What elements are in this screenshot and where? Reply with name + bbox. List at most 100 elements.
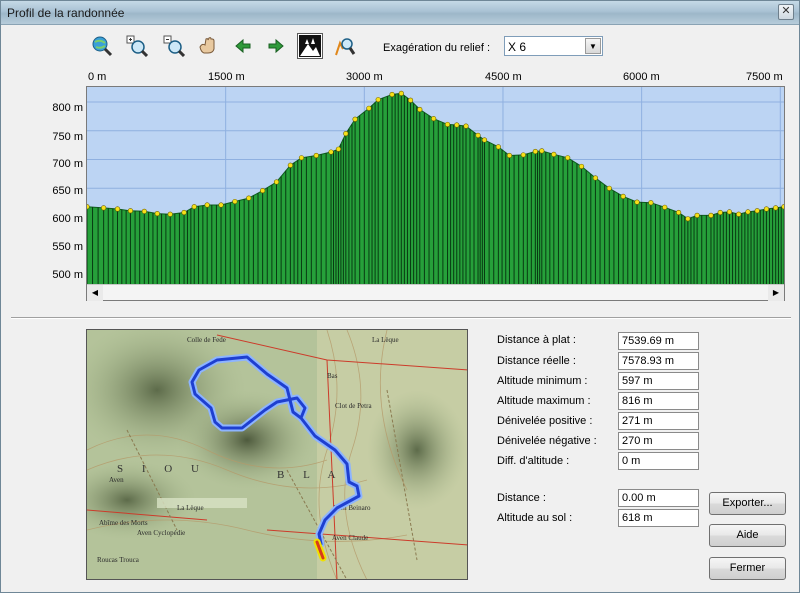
map-label: S I O U bbox=[117, 463, 207, 475]
profile-point-marker bbox=[634, 199, 640, 205]
profile-point-marker bbox=[565, 155, 571, 161]
section-divider bbox=[11, 317, 791, 319]
y-tick-label: 800 m bbox=[52, 102, 83, 114]
profile-point-marker bbox=[375, 97, 381, 103]
profile-point-marker bbox=[717, 209, 723, 216]
map-label: Colle de Fede bbox=[187, 336, 226, 344]
profile-point-marker bbox=[313, 152, 319, 159]
map-label: Abîme des Morts bbox=[99, 519, 148, 527]
ground-altitude-label: Altitude au sol : bbox=[497, 512, 573, 524]
altitude-diff-value: 0 m bbox=[618, 452, 699, 470]
profile-magnifier-icon bbox=[335, 38, 356, 56]
arrow-left-icon bbox=[235, 38, 251, 54]
real-distance-label: Distance réelle : bbox=[497, 355, 576, 367]
profile-point-marker bbox=[481, 137, 488, 143]
x-tick-label: 3000 m bbox=[346, 71, 383, 83]
export-button[interactable]: Exporter... bbox=[709, 492, 786, 515]
elevation-profile-chart[interactable] bbox=[84, 86, 787, 301]
profile-point-marker bbox=[495, 144, 501, 150]
x-tick-label: 6000 m bbox=[623, 71, 660, 83]
exaggeration-label: Exagération du relief : bbox=[383, 42, 491, 54]
map-label: Bas bbox=[327, 372, 338, 380]
profile-point-marker bbox=[246, 195, 252, 201]
y-tick-label: 750 m bbox=[52, 131, 83, 143]
previous-button[interactable] bbox=[230, 33, 256, 59]
profile-point-marker bbox=[606, 185, 612, 191]
x-tick-label: 0 m bbox=[88, 71, 107, 83]
elevation-profile-plot[interactable] bbox=[84, 87, 787, 286]
profile-point-marker bbox=[273, 179, 280, 185]
zoom-out-icon bbox=[163, 35, 185, 57]
profile-point-marker bbox=[444, 121, 451, 128]
profile-point-marker bbox=[398, 90, 404, 96]
x-tick-label: 1500 m bbox=[208, 71, 245, 83]
zoom-fit-button[interactable] bbox=[89, 33, 115, 59]
x-tick-label: 4500 m bbox=[485, 71, 522, 83]
scroll-right-arrow-icon[interactable]: ▶ bbox=[768, 285, 784, 301]
flat-distance-value: 7539.69 m bbox=[618, 332, 699, 350]
negative-elevation-label: Dénivelée négative : bbox=[497, 435, 597, 447]
profile-point-marker bbox=[141, 208, 147, 214]
window-title: Profil de la randonnée bbox=[7, 6, 125, 20]
y-tick-label: 650 m bbox=[52, 185, 83, 197]
toolbar: Exagération du relief : bbox=[1, 31, 799, 63]
profile-point-marker bbox=[620, 193, 626, 199]
profile-point-marker bbox=[298, 155, 305, 161]
real-distance-value: 7578.93 m bbox=[618, 352, 699, 370]
mountain-trees-icon bbox=[299, 35, 321, 57]
profile-point-marker bbox=[232, 198, 238, 205]
profile-point-marker bbox=[114, 206, 121, 212]
chart-horizontal-scrollbar[interactable]: ◀ ▶ bbox=[87, 284, 784, 301]
profile-point-marker bbox=[154, 211, 160, 217]
profile-point-marker bbox=[532, 148, 538, 155]
hand-icon bbox=[199, 37, 215, 54]
relief-view-toggle[interactable] bbox=[297, 33, 323, 59]
profile-point-marker bbox=[260, 188, 266, 194]
y-tick-label: 700 m bbox=[52, 158, 83, 170]
profile-dialog: Profil de la randonnée ✕ Exagération du … bbox=[0, 0, 800, 593]
positive-elevation-value: 271 m bbox=[618, 412, 699, 430]
exaggeration-select[interactable]: X 6 ▼ bbox=[504, 36, 603, 56]
close-button[interactable]: Fermer bbox=[709, 557, 786, 580]
map-label: La Lèque bbox=[177, 504, 204, 512]
profile-point-marker bbox=[191, 204, 197, 210]
scroll-left-arrow-icon[interactable]: ◀ bbox=[87, 285, 103, 301]
map-label: Aven Claude bbox=[332, 534, 368, 542]
profile-point-marker bbox=[84, 204, 90, 210]
x-tick-label: 7500 m bbox=[746, 71, 783, 83]
profile-point-marker bbox=[335, 146, 342, 152]
zoom-in-button[interactable] bbox=[124, 33, 150, 59]
profile-point-marker bbox=[685, 216, 691, 222]
pan-hand-button[interactable] bbox=[195, 33, 221, 59]
profile-point-marker bbox=[454, 122, 460, 128]
profile-search-button[interactable] bbox=[332, 33, 358, 59]
help-button[interactable]: Aide bbox=[709, 524, 786, 547]
title-bar: Profil de la randonnée ✕ bbox=[1, 1, 799, 25]
close-window-button[interactable]: ✕ bbox=[778, 4, 794, 20]
zoom-out-button[interactable] bbox=[161, 33, 187, 59]
profile-point-marker bbox=[328, 149, 334, 155]
profile-point-marker bbox=[694, 212, 700, 218]
next-button[interactable] bbox=[263, 33, 289, 59]
negative-elevation-value: 270 m bbox=[618, 432, 699, 450]
max-altitude-value: 816 m bbox=[618, 392, 699, 410]
positive-elevation-label: Dénivelée positive : bbox=[497, 415, 593, 427]
route-map[interactable]: Colle de Fede La Lèque Bas Clot de Petra… bbox=[86, 329, 468, 580]
profile-point-marker bbox=[181, 209, 187, 216]
globe-zoom-icon bbox=[92, 36, 113, 57]
profile-point-marker bbox=[708, 212, 714, 218]
profile-point-marker bbox=[431, 116, 437, 122]
profile-point-marker bbox=[167, 211, 173, 217]
arrow-right-icon bbox=[268, 38, 284, 54]
profile-point-marker bbox=[781, 204, 787, 210]
exaggeration-value: X 6 bbox=[508, 40, 527, 54]
y-tick-label: 550 m bbox=[52, 241, 83, 253]
zoom-in-icon bbox=[126, 35, 148, 57]
y-tick-label: 600 m bbox=[52, 213, 83, 225]
profile-point-marker bbox=[726, 209, 733, 215]
profile-point-marker bbox=[417, 106, 423, 113]
min-altitude-value: 597 m bbox=[618, 372, 699, 390]
profile-point-marker bbox=[773, 205, 779, 211]
profile-point-marker bbox=[662, 204, 668, 210]
chevron-down-icon[interactable]: ▼ bbox=[585, 38, 601, 54]
